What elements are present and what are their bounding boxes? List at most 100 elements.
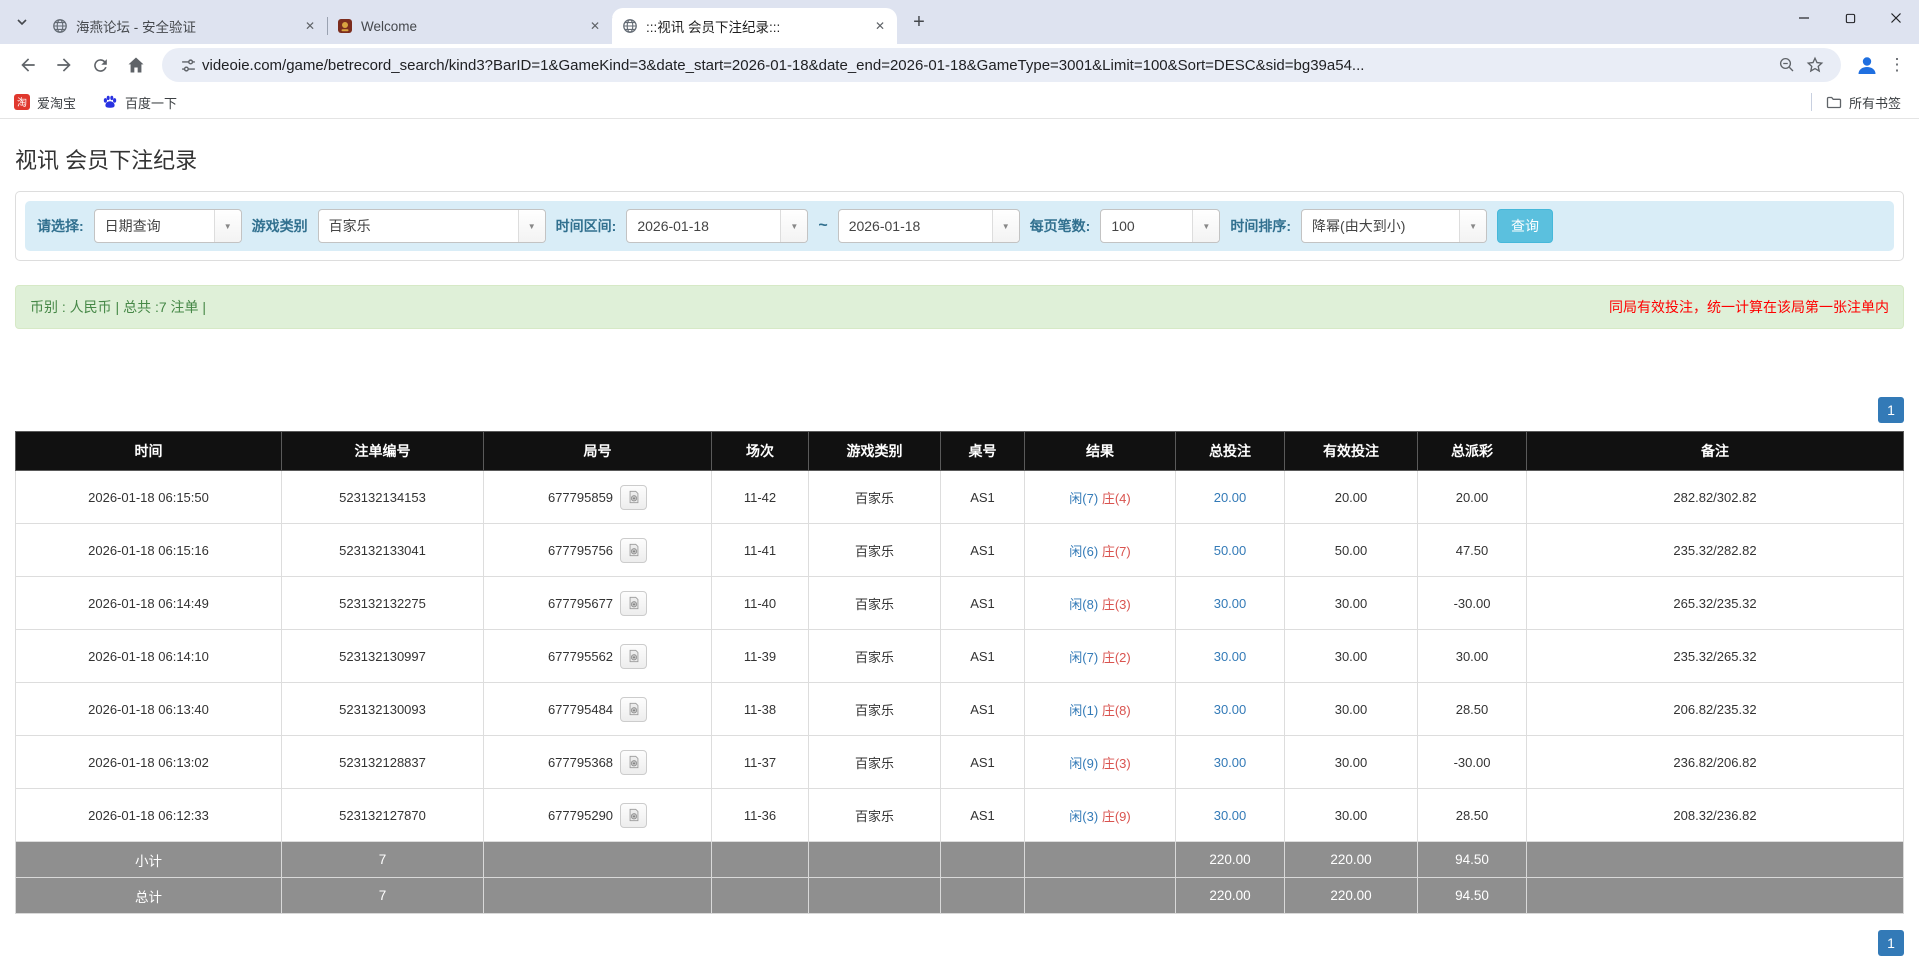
bookmark-baidu[interactable]: 百度一下 <box>102 93 177 112</box>
browser-menu-button[interactable]: ⋮ <box>1885 49 1909 81</box>
sort-dropdown[interactable]: 降幂(由大到小) ▼ <box>1301 209 1487 243</box>
reload-button[interactable] <box>84 49 116 81</box>
tab-welcome[interactable]: Welcome ✕ <box>327 8 612 44</box>
site-logo-icon <box>337 18 353 34</box>
zoom-indicator-button[interactable] <box>1773 51 1801 79</box>
per-page-label: 每页笔数: <box>1030 216 1091 236</box>
video-replay-button[interactable] <box>620 803 647 828</box>
per-page-dropdown[interactable]: 100 ▼ <box>1100 209 1220 243</box>
cell-note: 235.32/265.32 <box>1527 630 1904 683</box>
tab-search-button[interactable] <box>8 8 36 36</box>
video-replay-button[interactable] <box>620 485 647 510</box>
bookmark-star-button[interactable] <box>1801 51 1829 79</box>
subtotal-row-cell-8: 220.00 <box>1285 842 1418 878</box>
all-bookmarks-button[interactable]: 所有书签 <box>1826 93 1901 112</box>
subtotal-row-cell-3 <box>712 842 809 878</box>
page-1-button[interactable]: 1 <box>1878 930 1904 956</box>
total-bet-link[interactable]: 50.00 <box>1214 543 1247 558</box>
result-player: 闲(9) <box>1069 756 1098 771</box>
back-button[interactable] <box>12 49 44 81</box>
date-end-dropdown[interactable]: 2026-01-18 ▼ <box>838 209 1020 243</box>
cell-round-id: 677795290 <box>484 789 712 842</box>
cell-time: 2026-01-18 06:13:40 <box>16 683 282 736</box>
bookmark-aitaobao[interactable]: 淘 爱淘宝 <box>14 93 76 112</box>
chevron-down-icon[interactable]: ▼ <box>1459 210 1486 242</box>
search-button[interactable]: 查询 <box>1497 209 1553 243</box>
video-replay-button[interactable] <box>620 644 647 669</box>
total-bet-link[interactable]: 20.00 <box>1214 490 1247 505</box>
site-settings-button[interactable] <box>174 51 202 79</box>
cell-game-type: 百家乐 <box>809 471 941 524</box>
chevron-down-icon[interactable]: ▼ <box>1192 210 1219 242</box>
total-bet-link[interactable]: 30.00 <box>1214 755 1247 770</box>
chevron-down-icon[interactable]: ▼ <box>518 210 545 242</box>
close-icon[interactable]: ✕ <box>586 17 604 35</box>
cell-session: 11-37 <box>712 736 809 789</box>
table-row: 2026-01-18 06:15:50523132134153677795859… <box>16 471 1904 524</box>
avatar-icon <box>1855 53 1879 77</box>
url-text[interactable]: videoie.com/game/betrecord_search/kind3?… <box>202 57 1773 74</box>
column-header: 有效投注 <box>1285 432 1418 471</box>
date-start-dropdown[interactable]: 2026-01-18 ▼ <box>626 209 808 243</box>
total-bet-link[interactable]: 30.00 <box>1214 649 1247 664</box>
total-row-cell-7: 220.00 <box>1176 878 1285 914</box>
filter-panel: 请选择: 日期查询 ▼ 游戏类别 百家乐 ▼ 时间区间: 2026-01-18 … <box>15 191 1904 261</box>
cell-result: 闲(7) 庄(2) <box>1025 630 1176 683</box>
video-replay-button[interactable] <box>620 538 647 563</box>
maximize-button[interactable] <box>1827 0 1873 36</box>
cell-table-no: AS1 <box>941 683 1025 736</box>
page-1-button[interactable]: 1 <box>1878 397 1904 423</box>
game-type-value: 百家乐 <box>319 210 518 242</box>
close-icon[interactable]: ✕ <box>871 17 889 35</box>
url-bar[interactable]: videoie.com/game/betrecord_search/kind3?… <box>162 48 1841 82</box>
cell-session: 11-41 <box>712 524 809 577</box>
forward-button[interactable] <box>48 49 80 81</box>
total-bet-link[interactable]: 30.00 <box>1214 596 1247 611</box>
video-replay-button[interactable] <box>620 697 647 722</box>
pagination-bottom: 1 <box>15 930 1904 956</box>
total-row-cell-2 <box>484 878 712 914</box>
film-icon <box>627 543 641 557</box>
bookmarks-divider <box>1811 93 1812 111</box>
summary-bar: 币别 : 人民币 | 总共 :7 注单 | 同局有效投注，统一计算在该局第一张注… <box>15 285 1904 329</box>
cell-payout: -30.00 <box>1418 736 1527 789</box>
video-replay-button[interactable] <box>620 591 647 616</box>
cell-result: 闲(9) 庄(3) <box>1025 736 1176 789</box>
close-window-button[interactable] <box>1873 0 1919 36</box>
minimize-button[interactable] <box>1781 0 1827 36</box>
cell-bet-id: 523132128837 <box>282 736 484 789</box>
total-bet-link[interactable]: 30.00 <box>1214 702 1247 717</box>
window-controls <box>1781 0 1919 36</box>
chevron-down-icon[interactable]: ▼ <box>780 210 807 242</box>
profile-button[interactable] <box>1851 49 1883 81</box>
cell-game-type: 百家乐 <box>809 789 941 842</box>
cell-table-no: AS1 <box>941 630 1025 683</box>
round-number: 677795677 <box>548 596 613 611</box>
result-banker: 庄(2) <box>1102 650 1131 665</box>
chevron-down-icon[interactable]: ▼ <box>214 210 241 242</box>
video-replay-button[interactable] <box>620 750 647 775</box>
result-banker: 庄(4) <box>1102 491 1131 506</box>
tab-forum[interactable]: 海燕论坛 - 安全验证 ✕ <box>42 8 327 44</box>
column-header: 场次 <box>712 432 809 471</box>
cell-table-no: AS1 <box>941 736 1025 789</box>
subtotal-row-cell-7: 220.00 <box>1176 842 1285 878</box>
cell-bet-id: 523132127870 <box>282 789 484 842</box>
query-type-dropdown[interactable]: 日期查询 ▼ <box>94 209 242 243</box>
browser-tab-strip: 海燕论坛 - 安全验证 ✕ Welcome ✕ :::视讯 会员下注纪录::: … <box>0 0 1919 44</box>
close-icon[interactable]: ✕ <box>301 17 319 35</box>
total-bet-link[interactable]: 30.00 <box>1214 808 1247 823</box>
cell-round-id: 677795368 <box>484 736 712 789</box>
cell-payout: -30.00 <box>1418 577 1527 630</box>
game-type-dropdown[interactable]: 百家乐 ▼ <box>318 209 546 243</box>
cell-session: 11-39 <box>712 630 809 683</box>
cell-bet-id: 523132133041 <box>282 524 484 577</box>
cell-bet-id: 523132134153 <box>282 471 484 524</box>
result-banker: 庄(7) <box>1102 544 1131 559</box>
home-button[interactable] <box>120 49 152 81</box>
result-banker: 庄(3) <box>1102 597 1131 612</box>
chevron-down-icon[interactable]: ▼ <box>992 210 1019 242</box>
tab-bet-records[interactable]: :::视讯 会员下注纪录::: ✕ <box>612 8 897 44</box>
page-content: 视讯 会员下注纪录 请选择: 日期查询 ▼ 游戏类别 百家乐 ▼ 时间区间: 2… <box>0 143 1919 956</box>
new-tab-button[interactable]: + <box>905 8 933 36</box>
